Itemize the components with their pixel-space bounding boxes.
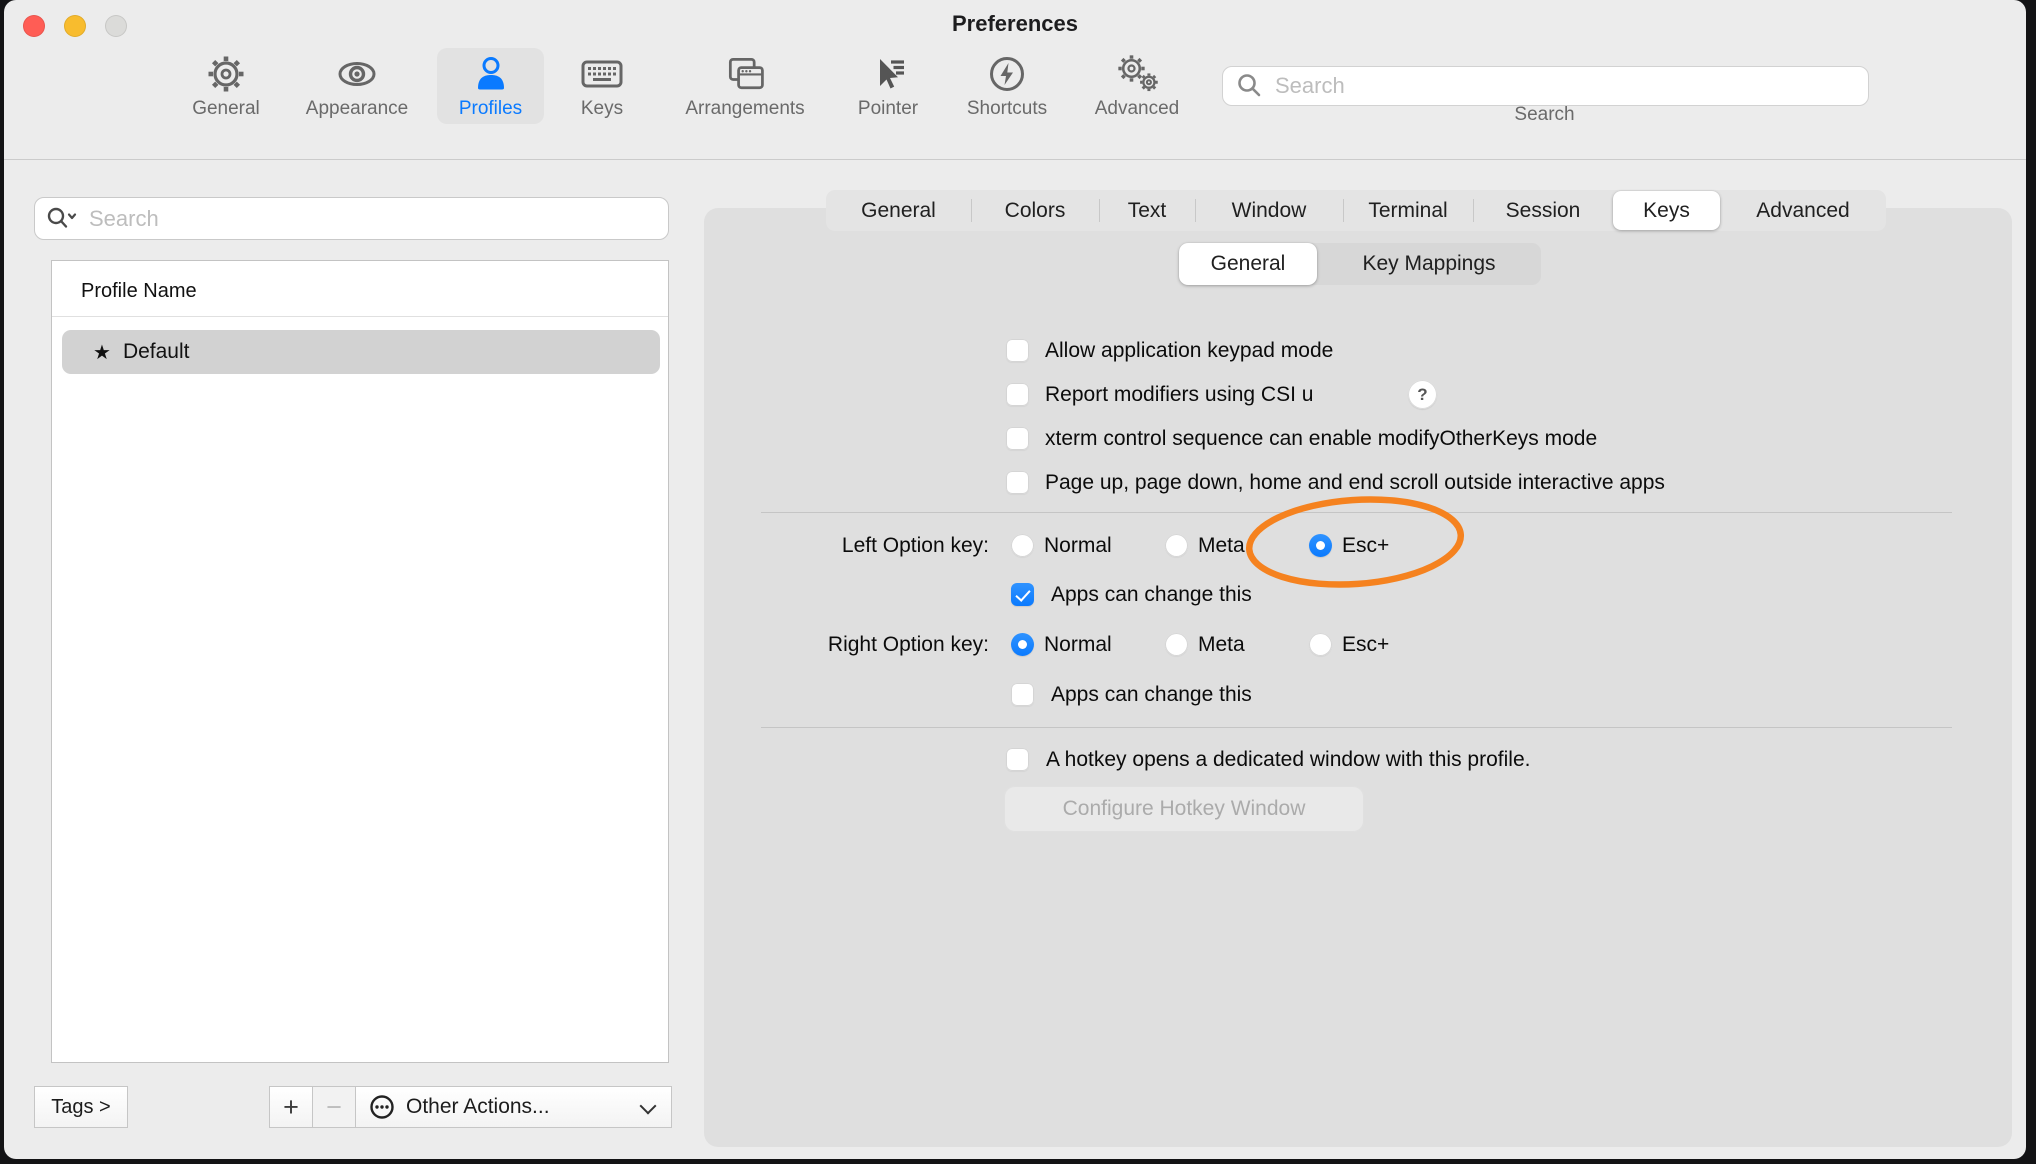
toolbar-label: Pointer <box>858 98 918 120</box>
tab-text[interactable]: Text <box>1099 190 1195 231</box>
right-option-apps-row: Apps can change this <box>4 679 2026 711</box>
csi-u-checkbox[interactable] <box>1006 383 1029 406</box>
checkbox-label: xterm control sequence can enable modify… <box>1045 423 1597 455</box>
cursor-icon <box>866 52 910 96</box>
gear-icon <box>204 52 248 96</box>
hotkey-window-checkbox[interactable] <box>1006 748 1029 771</box>
configure-hotkey-window-button[interactable]: Configure Hotkey Window <box>1004 786 1364 832</box>
add-profile-button[interactable]: + <box>269 1086 313 1128</box>
right-option-normal-radio[interactable] <box>1011 633 1034 656</box>
subtab-key-mappings[interactable]: Key Mappings <box>1317 243 1541 285</box>
gears-icon <box>1115 52 1159 96</box>
checkbox-label: A hotkey opens a dedicated window with t… <box>1046 744 1530 776</box>
toolbar-item-advanced[interactable]: Advanced <box>1075 48 1199 124</box>
toolbar-label: Keys <box>581 98 623 120</box>
toolbar-item-shortcuts[interactable]: Shortcuts <box>948 48 1066 124</box>
eye-icon <box>335 52 379 96</box>
toolbar-label: Appearance <box>306 98 408 120</box>
tab-colors[interactable]: Colors <box>971 190 1099 231</box>
search-icon <box>1235 71 1265 101</box>
subtab-general[interactable]: General <box>1179 243 1317 285</box>
toolbar-label: General <box>192 98 260 120</box>
radio-label: Normal <box>1044 629 1112 661</box>
toolbar-item-pointer[interactable]: Pointer <box>836 48 940 124</box>
toolbar-label: Arrangements <box>685 98 804 120</box>
tab-keys[interactable]: Keys <box>1613 191 1720 230</box>
left-option-esc-radio[interactable] <box>1309 534 1332 557</box>
checkbox-row: Report modifiers using CSI u ? <box>4 379 2026 411</box>
tab-window[interactable]: Window <box>1195 190 1343 231</box>
checkbox-label: Apps can change this <box>1051 579 1252 611</box>
left-option-row: Left Option key: Normal Meta Esc+ <box>4 530 2026 562</box>
toolbar-label: Shortcuts <box>967 98 1047 120</box>
profile-list-column-header: Profile Name <box>81 280 197 303</box>
divider <box>761 512 1952 513</box>
checkbox-label: Report modifiers using CSI u <box>1045 379 1313 411</box>
tab-general[interactable]: General <box>826 190 971 231</box>
help-button[interactable]: ? <box>1408 380 1437 409</box>
toolbar-item-profiles[interactable]: Profiles <box>437 48 544 124</box>
lightning-icon <box>985 52 1029 96</box>
header-divider <box>52 316 668 317</box>
toolbar-label: Advanced <box>1095 98 1180 120</box>
toolbar-item-general[interactable]: General <box>178 48 274 124</box>
keyboard-icon <box>580 52 624 96</box>
chevron-down-icon <box>640 1098 657 1115</box>
checkbox-label: Allow application keypad mode <box>1045 335 1333 367</box>
toolbar-search-caption: Search <box>1222 104 1867 126</box>
other-actions-label: Other Actions... <box>406 1095 550 1119</box>
checkbox-row: xterm control sequence can enable modify… <box>4 423 2026 455</box>
left-option-normal-radio[interactable] <box>1011 534 1034 557</box>
tab-terminal[interactable]: Terminal <box>1343 190 1473 231</box>
radio-label: Normal <box>1044 530 1112 562</box>
toolbar-item-keys[interactable]: Keys <box>562 48 642 124</box>
toolbar-search-field[interactable] <box>1222 66 1869 106</box>
right-option-esc-radio[interactable] <box>1309 633 1332 656</box>
tab-session[interactable]: Session <box>1473 190 1613 231</box>
divider <box>761 727 1952 728</box>
profile-tabbar: General Colors Text Window Terminal Sess… <box>826 190 1886 231</box>
radio-label: Esc+ <box>1342 629 1389 661</box>
page-scroll-checkbox[interactable] <box>1006 471 1029 494</box>
left-option-label: Left Option key: <box>689 530 989 562</box>
windows-icon <box>723 52 767 96</box>
tab-advanced[interactable]: Advanced <box>1720 190 1886 231</box>
keys-subtabs: General Key Mappings <box>1179 243 1541 285</box>
toolbar-label: Profiles <box>459 98 522 120</box>
checkbox-row: Page up, page down, home and end scroll … <box>4 467 2026 499</box>
search-menu-icon <box>45 205 81 232</box>
checkbox-label: Apps can change this <box>1051 679 1252 711</box>
right-option-meta-radio[interactable] <box>1165 633 1188 656</box>
toolbar-item-appearance[interactable]: Appearance <box>292 48 422 124</box>
right-apps-can-change-checkbox[interactable] <box>1011 683 1034 706</box>
profile-search-field[interactable] <box>34 197 669 240</box>
radio-label: Meta <box>1198 629 1245 661</box>
person-icon <box>469 52 513 96</box>
radio-label: Esc+ <box>1342 530 1389 562</box>
left-option-apps-row: Apps can change this <box>4 579 2026 611</box>
hotkey-row: A hotkey opens a dedicated window with t… <box>4 744 2026 776</box>
toolbar-search-input[interactable] <box>1273 72 1837 100</box>
left-apps-can-change-checkbox[interactable] <box>1011 583 1034 606</box>
radio-label: Meta <box>1198 530 1245 562</box>
preferences-window: Preferences General Appearance Profiles … <box>4 0 2026 1159</box>
keypad-mode-checkbox[interactable] <box>1006 339 1029 362</box>
remove-profile-button[interactable]: − <box>312 1086 356 1128</box>
tags-button[interactable]: Tags > <box>34 1086 128 1128</box>
profile-search-input[interactable] <box>87 205 651 233</box>
other-actions-dropdown[interactable]: Other Actions... <box>355 1086 672 1128</box>
ellipsis-circle-icon <box>367 1092 397 1122</box>
toolbar-item-arrangements[interactable]: Arrangements <box>666 48 824 124</box>
right-option-row: Right Option key: Normal Meta Esc+ <box>4 629 2026 661</box>
left-option-meta-radio[interactable] <box>1165 534 1188 557</box>
window-title: Preferences <box>4 9 2026 39</box>
checkbox-label: Page up, page down, home and end scroll … <box>1045 467 1665 499</box>
right-option-label: Right Option key: <box>689 629 989 661</box>
checkbox-row: Allow application keypad mode <box>4 335 2026 367</box>
toolbar-divider <box>4 159 2026 160</box>
modify-other-keys-checkbox[interactable] <box>1006 427 1029 450</box>
